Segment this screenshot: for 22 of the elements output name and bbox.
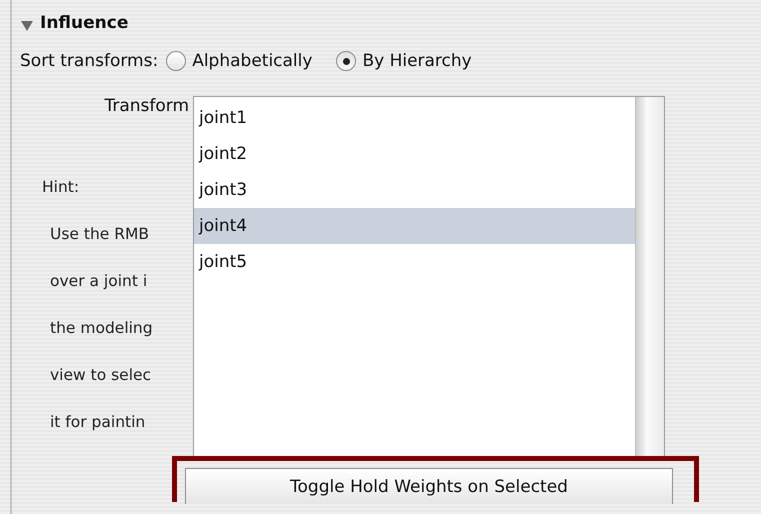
radio-label[interactable]: Alphabetically — [192, 51, 312, 71]
hint-text: it for paintin — [49, 412, 146, 433]
list-item[interactable]: joint2 — [194, 136, 635, 172]
transform-list[interactable]: joint1 joint2 joint3 joint4 joint5 — [193, 96, 665, 458]
radio-button[interactable] — [336, 51, 356, 71]
hint-text: Hint: — [41, 177, 80, 198]
field-label: Transform — [103, 96, 190, 118]
list-item[interactable]: joint1 — [194, 100, 635, 136]
list-item[interactable]: joint5 — [194, 244, 635, 280]
hint-text: Use the RMB — [49, 224, 150, 245]
scrollbar[interactable] — [635, 97, 664, 457]
hint-text: the modeling — [49, 318, 154, 339]
list-item[interactable]: joint4 — [194, 208, 635, 244]
list-item[interactable]: joint3 — [194, 172, 635, 208]
section-title: Influence — [40, 13, 128, 33]
disclosure-triangle-icon[interactable] — [20, 20, 34, 32]
hint-text: over a joint i — [49, 271, 148, 292]
radio-label[interactable]: By Hierarchy — [362, 51, 472, 71]
toggle-hold-weights-button[interactable]: Toggle Hold Weights on Selected — [185, 468, 673, 504]
sort-label: Sort transforms: — [20, 51, 158, 71]
radio-button[interactable] — [166, 51, 186, 71]
hint-text: view to selec — [49, 365, 152, 386]
